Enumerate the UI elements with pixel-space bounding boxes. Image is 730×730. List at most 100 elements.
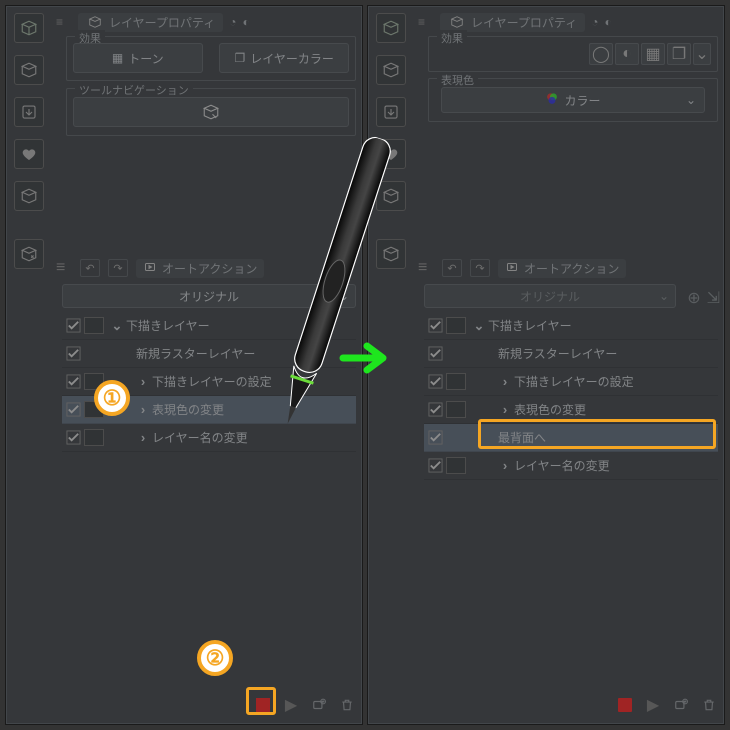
play-button[interactable]: ▶ <box>644 696 662 714</box>
action-footer: ▶ <box>424 692 718 718</box>
halftone-icon: ▦ <box>112 51 123 65</box>
play-button[interactable]: ▶ <box>282 696 300 714</box>
action-row[interactable]: ›下描きレイヤーの設定 <box>424 368 718 396</box>
btn-toolnav[interactable] <box>73 97 349 127</box>
sidebar-btn-3[interactable] <box>376 97 406 127</box>
checkbox-icon[interactable] <box>424 430 446 445</box>
swatch[interactable] <box>446 317 466 334</box>
checkbox-icon[interactable] <box>62 346 84 361</box>
import-icon[interactable]: ⇲ <box>707 288 720 308</box>
set-name: オリジナル <box>179 288 239 305</box>
expand-icon[interactable]: › <box>134 374 152 389</box>
expand-icon[interactable]: › <box>496 374 514 389</box>
expand-icon[interactable]: › <box>134 402 152 417</box>
undo-icon[interactable]: ↶ <box>442 259 462 277</box>
effect-icon-2[interactable]: ◐ <box>615 43 639 65</box>
action-list: ⌄下描きレイヤー 新規ラスターレイヤー ›下描きレイヤーの設定 ›表現色の変更 … <box>424 312 718 480</box>
collapse-icon[interactable]: ⌄ <box>470 318 488 334</box>
menu-icon[interactable]: ≡ <box>56 259 72 277</box>
tab-auto-action[interactable]: オートアクション <box>498 259 626 278</box>
play-box-icon <box>143 261 157 276</box>
sidebar-btn-1[interactable] <box>376 13 406 43</box>
effect-icon-3[interactable]: ▦ <box>641 43 665 65</box>
circle-icon[interactable]: ◐ <box>242 15 249 29</box>
swatch[interactable] <box>84 317 104 334</box>
btn-tone[interactable]: ▦トーン <box>73 43 203 73</box>
redo-icon[interactable]: ↷ <box>470 259 490 277</box>
checkbox-icon[interactable] <box>424 374 446 389</box>
effect-icon-4[interactable]: ❐ <box>667 43 691 65</box>
action-row-new[interactable]: 最背面へ <box>424 424 718 452</box>
tab-auto-action[interactable]: オートアクション <box>136 259 264 278</box>
new-set-icon[interactable]: ⊕ <box>687 288 700 308</box>
add-action-button[interactable] <box>310 696 328 714</box>
checkbox-icon[interactable] <box>424 318 446 333</box>
expand-icon[interactable]: › <box>496 402 514 417</box>
tab-layer-property[interactable]: レイヤープロパティ <box>440 13 585 32</box>
collapse-icon[interactable]: ⌄ <box>108 318 126 334</box>
action-row[interactable]: 新規ラスターレイヤー <box>424 340 718 368</box>
action-label: 最背面へ <box>498 429 546 446</box>
legend-expr-color: 表現色 <box>437 72 478 88</box>
swatch[interactable] <box>446 373 466 390</box>
expand-icon[interactable]: › <box>134 430 152 445</box>
sidebar-btn-6[interactable] <box>14 239 44 269</box>
play-box-icon <box>505 261 519 276</box>
action-label: 下描きレイヤー <box>126 317 210 334</box>
checkbox-icon[interactable] <box>62 430 84 445</box>
color-mode-selector[interactable]: カラー ⌄ <box>441 87 705 113</box>
swatch[interactable] <box>446 457 466 474</box>
tab-label: レイヤープロパティ <box>109 14 215 31</box>
action-row-parent[interactable]: ⌄下描きレイヤー <box>424 312 718 340</box>
checkbox-icon[interactable] <box>424 402 446 417</box>
menu-icon[interactable]: ≡ <box>418 15 434 29</box>
menu-icon[interactable]: ≡ <box>418 259 434 277</box>
headphone-icon[interactable]: ◔ <box>229 15 236 29</box>
set-buttons: ⊕ ⇲ <box>687 288 720 308</box>
fieldset-effect: 効果 ◯ ◐ ▦ ❐ ⌄ <box>428 36 718 72</box>
trash-button[interactable] <box>700 696 718 714</box>
record-button[interactable] <box>616 696 634 714</box>
auto-action-tab: ≡ ↶ ↷ オートアクション <box>418 256 718 280</box>
tab-layer-property[interactable]: レイヤープロパティ <box>78 13 223 32</box>
sidebar-btn-6[interactable] <box>376 239 406 269</box>
redo-icon[interactable]: ↷ <box>108 259 128 277</box>
record-button[interactable] <box>254 696 272 714</box>
arrow-icon <box>339 338 395 378</box>
panel-after: ≡ レイヤープロパティ ◔ ◐ 効果 ◯ ◐ ▦ ❐ ⌄ 表現色 カラー ⌄ ≡… <box>367 5 725 725</box>
action-label: 下描きレイヤーの設定 <box>152 373 272 390</box>
action-label: レイヤー名の変更 <box>152 429 248 446</box>
sidebar-btn-5[interactable] <box>14 181 44 211</box>
sidebar-btn-3[interactable] <box>14 97 44 127</box>
headphone-icon[interactable]: ◔ <box>591 15 598 29</box>
swatch[interactable] <box>84 429 104 446</box>
circle-icon[interactable]: ◐ <box>604 15 611 29</box>
layers-icon: ❐ <box>234 51 245 65</box>
action-row[interactable]: ›表現色の変更 <box>424 396 718 424</box>
legend-toolnav: ツールナビゲーション <box>75 82 193 98</box>
effect-icon-1[interactable]: ◯ <box>589 43 613 65</box>
menu-icon[interactable]: ≡ <box>56 15 72 29</box>
sidebar-btn-1[interactable] <box>14 13 44 43</box>
sidebar-btn-4[interactable] <box>14 139 44 169</box>
sidebar-btn-2[interactable] <box>376 55 406 85</box>
fieldset-expression-color: 表現色 カラー ⌄ <box>428 78 718 122</box>
trash-button[interactable] <box>338 696 356 714</box>
swatch[interactable] <box>446 401 466 418</box>
checkbox-icon[interactable] <box>424 458 446 473</box>
action-row[interactable]: ›レイヤー名の変更 <box>424 452 718 480</box>
add-action-button[interactable] <box>672 696 690 714</box>
checkbox-icon[interactable] <box>62 374 84 389</box>
undo-icon[interactable]: ↶ <box>80 259 100 277</box>
checkbox-icon[interactable] <box>62 402 84 417</box>
chevron-down-icon[interactable]: ⌄ <box>693 43 711 65</box>
cube-icon <box>448 14 466 30</box>
checkbox-icon[interactable] <box>424 346 446 361</box>
btn-layercolor[interactable]: ❐レイヤーカラー <box>219 43 349 73</box>
action-label: 下描きレイヤー <box>488 317 572 334</box>
checkbox-icon[interactable] <box>62 318 84 333</box>
action-label: レイヤー名の変更 <box>514 457 610 474</box>
sidebar-btn-2[interactable] <box>14 55 44 85</box>
action-set-selector[interactable]: オリジナル ⌄ <box>424 284 676 308</box>
expand-icon[interactable]: › <box>496 458 514 473</box>
